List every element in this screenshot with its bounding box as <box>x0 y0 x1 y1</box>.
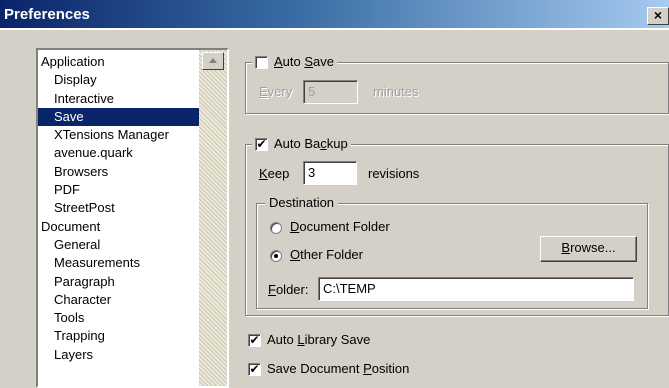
auto-backup-legend: ✔ Auto Backup <box>252 135 351 153</box>
sidebar-item-trapping[interactable]: Trapping <box>38 327 201 345</box>
sidebar-item-save[interactable]: Save <box>38 107 201 127</box>
auto-save-legend: Auto Save <box>252 53 337 71</box>
browse-button[interactable]: Browse... <box>540 236 637 262</box>
keep-revisions-input[interactable]: 3 <box>303 161 357 185</box>
sidebar-item-layers[interactable]: Layers <box>38 346 201 364</box>
other-folder-label[interactable]: Other Folder <box>290 247 363 262</box>
window-title: Preferences <box>4 6 90 23</box>
auto-library-save-label[interactable]: Auto Library Save <box>267 332 370 347</box>
auto-save-label[interactable]: Auto Save <box>274 53 334 71</box>
sidebar-item-measurements[interactable]: Measurements <box>38 254 201 272</box>
sidebar-item-xtensions-manager[interactable]: XTensions Manager <box>38 126 201 144</box>
sidebar-item-tools[interactable]: Tools <box>38 309 201 327</box>
close-icon: × <box>653 7 663 23</box>
revisions-label: revisions <box>368 166 420 181</box>
save-document-position-label[interactable]: Save Document Position <box>267 361 409 376</box>
document-folder-radio[interactable] <box>270 221 282 234</box>
every-minutes-input[interactable]: 5 <box>303 80 358 104</box>
auto-backup-label[interactable]: Auto Backup <box>274 135 348 153</box>
auto-save-checkbox[interactable] <box>255 55 268 69</box>
preferences-category-list[interactable]: Application Display Interactive Save XTensio… <box>36 48 229 388</box>
sidebar-item-application[interactable]: Application <box>38 53 201 71</box>
auto-backup-checkbox[interactable]: ✔ <box>255 137 268 151</box>
sidebar-item-avenue-quark[interactable]: avenue.quark <box>38 144 201 162</box>
sidebar-item-general[interactable]: General <box>38 236 201 254</box>
close-button[interactable]: × <box>647 7 669 25</box>
other-folder-option[interactable]: Other Folder <box>270 246 363 264</box>
save-document-position-checkbox[interactable]: ✔ <box>248 363 261 377</box>
sidebar-item-paragraph[interactable]: Paragraph <box>38 273 201 291</box>
every-label: Every <box>259 84 293 99</box>
auto-library-save-checkbox[interactable]: ✔ <box>248 334 261 348</box>
scroll-up-button[interactable] <box>202 52 224 70</box>
list-scrollbar[interactable] <box>199 50 227 386</box>
folder-label: Folder: <box>268 282 309 297</box>
sidebar-item-display[interactable]: Display <box>38 71 201 89</box>
document-folder-option[interactable]: Document Folder <box>270 218 390 236</box>
keep-label: Keep <box>259 166 290 181</box>
other-folder-radio[interactable] <box>270 249 282 262</box>
sidebar-item-browsers[interactable]: Browsers <box>38 163 201 181</box>
sidebar-item-streetpost[interactable]: StreetPost <box>38 199 201 217</box>
sidebar-item-interactive[interactable]: Interactive <box>38 90 201 108</box>
destination-label: Destination <box>269 195 335 210</box>
sidebar-item-pdf[interactable]: PDF <box>38 181 201 199</box>
folder-path-input[interactable]: C:\TEMP <box>318 277 634 301</box>
sidebar-item-document[interactable]: Document <box>38 218 201 236</box>
auto-library-save-option[interactable]: ✔ Auto Library Save <box>248 331 370 349</box>
category-items: Application Display Interactive Save XTensio… <box>38 53 201 364</box>
save-document-position-option[interactable]: ✔ Save Document Position <box>248 360 409 378</box>
title-bar: Preferences × <box>0 0 669 30</box>
destination-legend: Destination <box>265 194 339 212</box>
arrow-up-icon <box>209 58 217 63</box>
minutes-label: minutes <box>373 84 419 99</box>
sidebar-item-character[interactable]: Character <box>38 291 201 309</box>
document-folder-label[interactable]: Document Folder <box>290 219 390 234</box>
